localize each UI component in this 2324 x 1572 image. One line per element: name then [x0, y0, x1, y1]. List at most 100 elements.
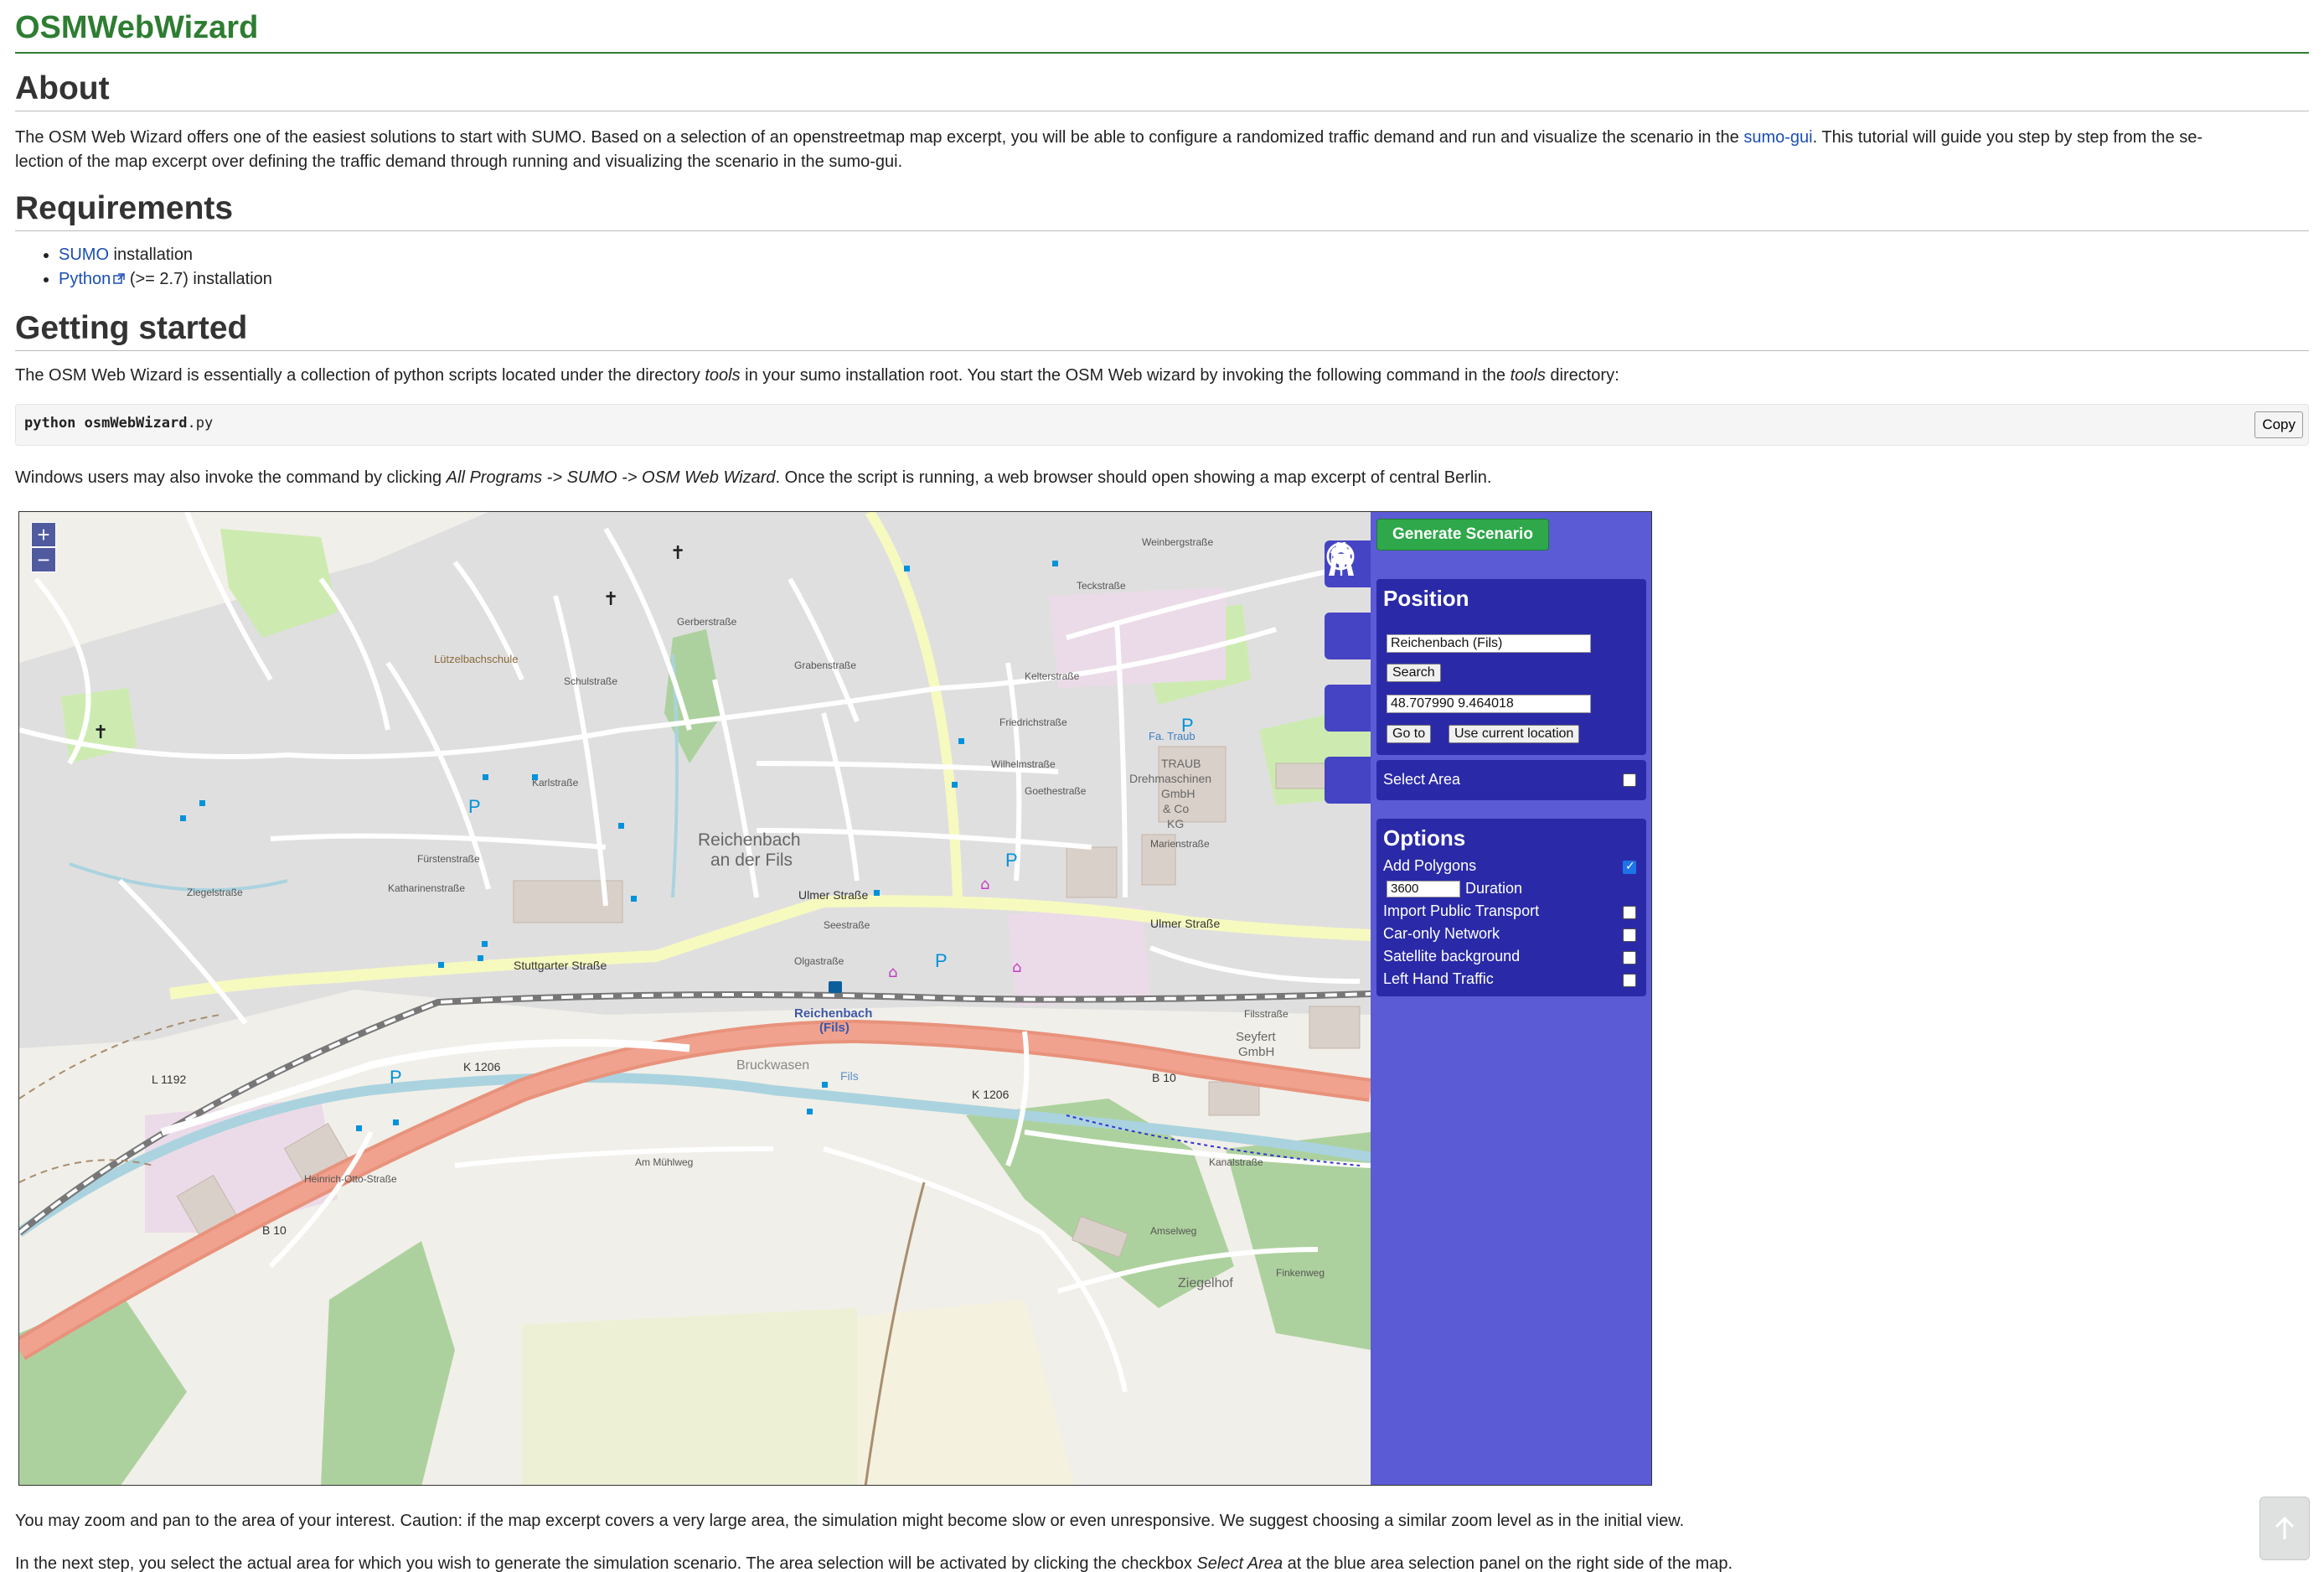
add-polygons-checkbox[interactable] [1623, 859, 1636, 874]
command-ext: .py [187, 415, 214, 432]
paragraph-text: in your sumo installation root. You star… [740, 366, 1511, 385]
satellite-background-checkbox[interactable] [1623, 951, 1636, 964]
requirements-divider [15, 230, 2309, 231]
place-label: Drehmaschinen [1129, 772, 1211, 785]
windows-paragraph: Windows users may also invoke the comman… [15, 466, 2309, 490]
street-label: Ulmer Straße [1150, 917, 1220, 930]
place-input[interactable]: Reichenbach (Fils) [1387, 634, 1591, 653]
zoom-paragraph: You may zoom and pan to the area of your… [15, 1512, 1685, 1530]
paragraph-text: at the blue area selection panel on the … [1283, 1554, 1733, 1572]
list-item: SUMO installation [59, 243, 272, 267]
generate-scenario-button[interactable]: Generate Scenario [1376, 519, 1549, 551]
town-label-2: an der Fils [710, 851, 793, 870]
select-area-label: Select Area [1383, 771, 1461, 788]
add-polygons-label: Add Polygons [1383, 857, 1477, 874]
svg-text:P: P [1181, 715, 1194, 736]
map-canvas[interactable]: Reichenbach an der Fils Reichenbach (Fil… [19, 512, 1371, 1486]
svg-text:✝: ✝ [670, 543, 685, 564]
street-label: Olgastraße [794, 955, 844, 967]
street-label: Gerberstraße [677, 616, 737, 628]
svg-text:⌂: ⌂ [888, 964, 897, 981]
street-label: Ulmer Straße [798, 888, 868, 902]
paragraph-text: directory: [1545, 366, 1619, 385]
getting-started-divider [15, 350, 2309, 351]
road-shield: K 1206 [463, 1060, 501, 1073]
street-label: Friedrichstraße [999, 716, 1067, 728]
street-label: Heinrich-Otto-Straße [304, 1173, 397, 1185]
street-label: Filsstraße [1244, 1008, 1289, 1020]
street-label: Fürstenstraße [417, 853, 480, 865]
use-current-location-button[interactable]: Use current location [1449, 725, 1580, 743]
list-item-text: (>= 2.7) installation [125, 270, 272, 288]
go-to-button[interactable]: Go to [1387, 725, 1432, 743]
about-text-3: lection of the map excerpt over defining… [15, 153, 903, 171]
car-only-network-label: Car-only Network [1383, 925, 1500, 942]
zoom-in-button[interactable]: + [31, 522, 56, 547]
requirements-heading: Requirements [15, 190, 234, 226]
street-label: Goethestraße [1025, 785, 1087, 797]
paragraph-text: The OSM Web Wizard is essentially a coll… [15, 366, 705, 385]
getting-started-paragraph: The OSM Web Wizard is essentially a coll… [15, 364, 2309, 388]
street-label: Amselweg [1150, 1225, 1196, 1237]
site-title: OSMWebWizard [15, 10, 259, 45]
street-label: Marienstraße [1150, 838, 1210, 850]
street-label: Katharinenstraße [388, 882, 465, 894]
command-bold: python osmWebWizard [24, 415, 188, 432]
town-label: Reichenbach [698, 830, 801, 850]
duration-input[interactable]: 3600 [1387, 881, 1460, 897]
satellite-background-label: Satellite background [1383, 948, 1521, 964]
code-block: python osmWebWizard.py Copy [15, 404, 2309, 446]
tools-dir: tools [705, 366, 741, 385]
svg-text:⌂: ⌂ [980, 876, 989, 893]
zoom-out-button[interactable]: − [31, 547, 56, 572]
sumo-gui-link[interactable]: sumo-gui [1743, 128, 1812, 147]
road-shield: B 10 [1152, 1071, 1176, 1084]
select-area-box: Select Area [1376, 760, 1646, 800]
copy-button[interactable]: Copy [2254, 411, 2303, 438]
place-label: GmbH [1238, 1045, 1274, 1059]
python-link[interactable]: Python [59, 270, 111, 288]
place-label: GmbH [1161, 787, 1195, 800]
coordinates-input[interactable]: 48.707990 9.464018 [1387, 695, 1591, 713]
duration-label: Duration [1465, 880, 1523, 897]
list-item-text: installation [109, 246, 194, 264]
import-public-transport-checkbox[interactable] [1623, 906, 1636, 919]
station-label: Reichenbach [794, 1006, 872, 1021]
sumo-link[interactable]: SUMO [59, 246, 109, 264]
station-label-2: (Fils) [819, 1021, 850, 1035]
street-label: Schulstraße [564, 675, 617, 687]
getting-started-heading: Getting started [15, 310, 248, 346]
car-only-network-checkbox[interactable] [1623, 928, 1636, 942]
svg-text:✝: ✝ [93, 722, 108, 743]
select-area-checkbox[interactable] [1623, 773, 1636, 787]
svg-text:P: P [390, 1067, 402, 1088]
street-label: Karlstraße [532, 777, 579, 789]
about-text-2: . This tutorial will guide you step by s… [1812, 128, 2203, 147]
copyright-icon[interactable] [1325, 542, 1371, 804]
scroll-to-top-button[interactable] [2259, 1497, 2310, 1560]
command-code[interactable]: python osmWebWizard.py [24, 415, 213, 432]
street-label: Kelterstraße [1025, 670, 1080, 682]
search-button[interactable]: Search [1387, 664, 1441, 682]
panel-tabs [1325, 540, 1371, 829]
left-hand-traffic-label: Left Hand Traffic [1383, 970, 1494, 987]
street-label: Stuttgarter Straße [514, 959, 607, 972]
street-label: Kanalstraße [1209, 1156, 1263, 1168]
street-label: Finkenweg [1276, 1267, 1325, 1279]
paragraph-text: In the next step, you select the actual … [15, 1554, 1197, 1572]
place-label: Ziegelhof [1178, 1276, 1233, 1290]
external-link-icon [113, 268, 126, 284]
road-icon[interactable] [1325, 542, 1371, 732]
requirements-list: SUMO installation Python (>= 2.7) instal… [59, 243, 272, 292]
road-shield: L 1192 [152, 1073, 186, 1086]
place-label: Seyfert [1236, 1030, 1276, 1044]
svg-text:P: P [468, 796, 481, 817]
street-label: Teckstraße [1077, 580, 1126, 592]
street-label: Ziegelstraße [187, 887, 243, 898]
place-label: Bruckwasen [736, 1058, 809, 1073]
left-hand-traffic-checkbox[interactable] [1623, 974, 1636, 987]
street-label: Grabenstraße [794, 659, 856, 671]
car-icon[interactable] [1325, 546, 1371, 659]
paragraph-text: Windows users may also invoke the comman… [15, 468, 447, 487]
road-shield: B 10 [262, 1223, 287, 1237]
